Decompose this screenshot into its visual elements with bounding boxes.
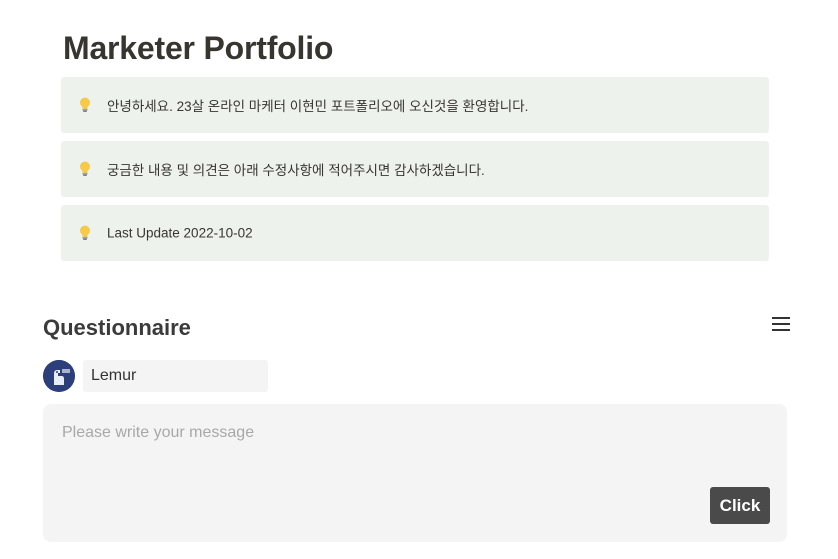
submit-button[interactable]: Click [710, 487, 770, 524]
page: Marketer Portfolio 안녕하세요. 23살 온라인 마케터 이현… [0, 0, 838, 559]
callout-last-update: Last Update 2022-10-02 [61, 205, 769, 261]
callout-text: Last Update 2022-10-02 [107, 225, 253, 241]
message-box: Click [43, 404, 787, 542]
questionnaire-title: Questionnaire [43, 315, 191, 340]
avatar [43, 360, 75, 392]
callout-text: 궁금한 내용 및 의견은 아래 수정사항에 적어주시면 감사하겠습니다. [107, 163, 485, 178]
light-bulb-icon [79, 161, 91, 177]
message-field[interactable] [43, 404, 787, 542]
light-bulb-icon [79, 225, 91, 241]
callout-feedback: 궁금한 내용 및 의견은 아래 수정사항에 적어주시면 감사하겠습니다. [61, 141, 769, 197]
hamburger-menu-icon[interactable] [771, 316, 791, 332]
callout-text: 안녕하세요. 23살 온라인 마케터 이현민 포트폴리오에 오신것을 환영합니다… [107, 99, 529, 114]
callout-welcome: 안녕하세요. 23살 온라인 마케터 이현민 포트폴리오에 오신것을 환영합니다… [61, 77, 769, 133]
name-field[interactable] [83, 360, 268, 392]
light-bulb-icon [79, 97, 91, 113]
lemur-avatar-icon [43, 360, 75, 392]
page-title: Marketer Portfolio [63, 30, 334, 66]
